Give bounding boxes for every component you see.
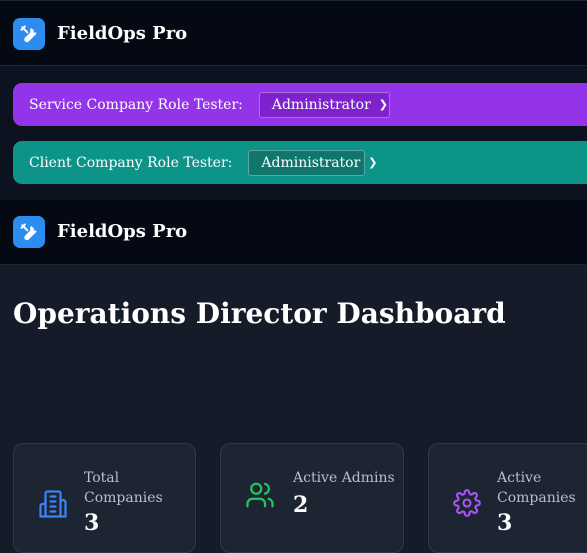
stat-value: 2	[293, 492, 309, 518]
stat-label: Companies	[84, 490, 163, 506]
client-role-select[interactable]: Administrator ❯	[248, 149, 378, 176]
chevron-down-icon: ❯	[378, 98, 388, 111]
logo-icon[interactable]	[13, 216, 45, 248]
stat-card-active-companies[interactable]: Active Companies 3	[428, 443, 587, 553]
stat-value: 3	[497, 510, 513, 536]
logo-icon[interactable]	[13, 18, 45, 50]
brand-name[interactable]: FieldOps Pro	[57, 221, 187, 242]
role-tester-panel: Service Company Role Tester: Administrat…	[0, 66, 587, 200]
stat-label: Active Admins	[293, 470, 395, 486]
building-icon	[38, 489, 68, 523]
users-icon	[245, 480, 275, 514]
stat-label: Companies	[497, 490, 576, 506]
app-header: FieldOps Pro	[0, 200, 587, 265]
stat-card-total-companies[interactable]: Total Companies 3	[13, 443, 196, 553]
service-role-tester-label: Service Company Role Tester:	[29, 96, 243, 113]
client-role-tester-label: Client Company Role Tester:	[29, 154, 233, 171]
top-header: FieldOps Pro	[0, 0, 587, 66]
stat-label: Total	[84, 470, 120, 486]
service-role-select-value: Administrator	[271, 96, 371, 113]
stat-value: 3	[84, 510, 100, 536]
page-title: Operations Director Dashboard	[13, 297, 506, 330]
service-role-tester: Service Company Role Tester: Administrat…	[13, 83, 587, 126]
chevron-down-icon: ❯	[368, 156, 378, 169]
stat-card-active-admins[interactable]: Active Admins 2	[220, 443, 404, 553]
service-role-select[interactable]: Administrator ❯	[258, 91, 390, 118]
client-role-tester: Client Company Role Tester: Administrato…	[13, 141, 587, 184]
brand-name[interactable]: FieldOps Pro	[57, 23, 187, 44]
gear-icon	[453, 489, 481, 521]
client-role-select-value: Administrator	[261, 154, 361, 171]
stat-label: Active	[497, 470, 542, 486]
